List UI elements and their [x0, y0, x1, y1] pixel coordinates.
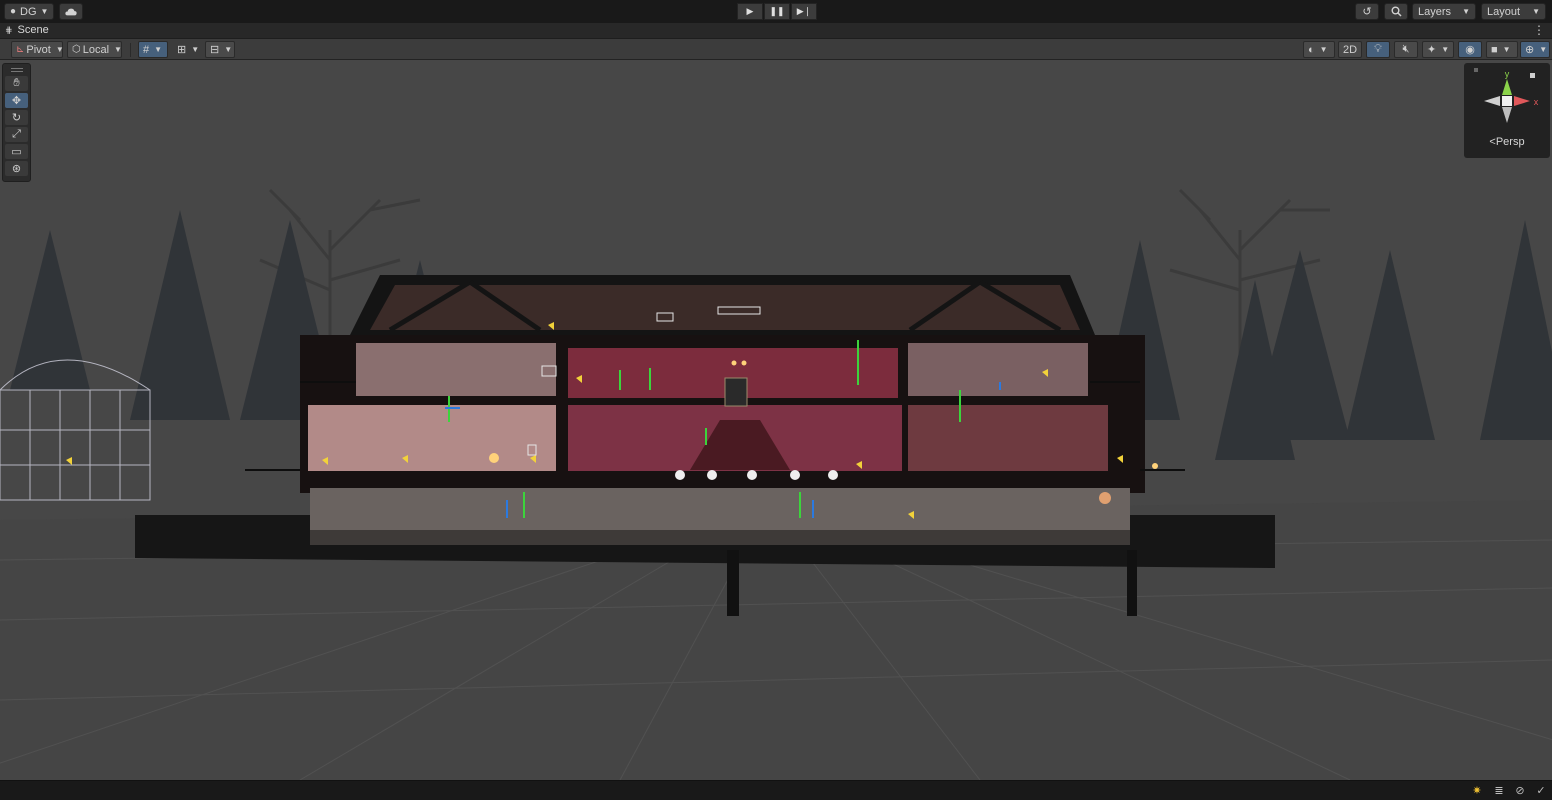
main-toolbar: ● DG ▼ ▶ ❚❚ ▶❘ ↺ Layers ▼ Layout ▼: [0, 0, 1552, 23]
rect-icon: ▭: [11, 146, 22, 158]
status-bar: ✷ ≣ ⊘ ✓: [0, 780, 1552, 800]
rect-tool-button[interactable]: ▭: [5, 144, 28, 159]
account-label: DG: [20, 5, 37, 18]
step-icon: ▶❘: [796, 6, 812, 16]
audio-mute-icon: 🔇︎: [1402, 43, 1410, 55]
camera-settings-dropdown[interactable]: ■ ▼: [1486, 41, 1518, 58]
snap-icon: ⊞: [177, 44, 187, 56]
layers-dropdown[interactable]: Layers ▼: [1412, 3, 1476, 20]
move-tool-button[interactable]: ✥: [5, 93, 28, 108]
search-icon: [1391, 6, 1402, 17]
layers-stack-icon[interactable]: ≣: [1492, 784, 1506, 798]
tab-scene-label: Scene: [17, 24, 49, 36]
scale-icon: ⤢: [12, 128, 21, 140]
chevron-down-icon: ▼: [1532, 7, 1540, 16]
history-icon: ↺: [1362, 6, 1372, 18]
pause-icon: ❚❚: [769, 6, 785, 16]
chevron-down-icon: ▼: [224, 45, 233, 54]
rotate-icon: ↻: [11, 112, 22, 124]
axis-y-label: y: [1505, 69, 1510, 79]
gizmos-dropdown[interactable]: ⊕ ▼: [1520, 41, 1550, 58]
camera-icon: ■: [1491, 43, 1498, 56]
light-bulb-icon: 💡︎: [1374, 43, 1382, 55]
gizmos-icon: ⊕: [1525, 44, 1535, 56]
chevron-down-icon: ▼: [1441, 45, 1450, 54]
scene-tab-bar: ⋕ Scene ⋮: [0, 23, 1552, 39]
axis-gizmo-icon: y x: [1474, 68, 1539, 123]
layers-label: Layers: [1418, 5, 1452, 18]
chevron-down-icon: ▼: [1539, 45, 1548, 54]
account-dropdown[interactable]: ● DG ▼: [4, 3, 54, 20]
grid-icon: ⋕: [5, 24, 13, 35]
search-button[interactable]: [1384, 3, 1408, 20]
scene-visibility-toggle[interactable]: ◉: [1458, 41, 1482, 58]
chevron-down-icon: ▼: [1502, 45, 1511, 54]
cloud-button[interactable]: [59, 3, 83, 20]
scale-tool-button[interactable]: ⤢: [5, 127, 28, 142]
hand-tool-button[interactable]: ✋︎: [5, 76, 28, 91]
more-options-icon[interactable]: ⋮: [1533, 23, 1545, 37]
debug-icon[interactable]: ⊘: [1513, 784, 1527, 798]
pivot-dropdown[interactable]: ⊾ Pivot ▼: [11, 41, 64, 58]
scene-view-toolbar: ⊾ Pivot ▼ ⬡ Local ▼ # ▼ ⊞ ▼ ⊟ ▼ ◐ ▼ 2D 💡…: [0, 39, 1552, 60]
visibility-icon: ◉: [1465, 44, 1475, 56]
transform-icon: ⊛: [11, 163, 22, 175]
chevron-down-icon: ▼: [40, 7, 49, 16]
step-button[interactable]: ▶❘: [791, 3, 817, 20]
2d-toggle[interactable]: 2D: [1338, 41, 1362, 58]
undo-history-button[interactable]: ↺: [1355, 3, 1379, 20]
axis-x-label: x: [1534, 97, 1539, 107]
local-dropdown[interactable]: ⬡ Local ▼: [67, 41, 122, 58]
local-label: Local: [82, 43, 110, 56]
layout-label: Layout: [1487, 5, 1521, 18]
layout-dropdown[interactable]: Layout ▼: [1481, 3, 1546, 20]
grid-snap-dropdown[interactable]: ⊞ ▼: [172, 41, 202, 58]
effects-dropdown[interactable]: ✦ ▼: [1422, 41, 1454, 58]
scene-render: [0, 60, 1552, 780]
increment-snap-dropdown[interactable]: ⊟ ▼: [205, 41, 235, 58]
chevron-down-icon: ▼: [55, 45, 64, 54]
chevron-down-icon: ▼: [191, 45, 200, 54]
shading-mode-icon: ◐: [1308, 43, 1315, 56]
grid-visibility-dropdown[interactable]: # ▼: [138, 41, 168, 58]
drag-handle-icon[interactable]: [5, 65, 28, 75]
play-icon: ▶: [746, 6, 754, 16]
effects-icon: ✦: [1427, 44, 1437, 56]
chevron-down-icon: ▼: [1319, 45, 1328, 54]
cube-icon: ⬡: [72, 44, 81, 55]
rotate-tool-button[interactable]: ↻: [5, 110, 28, 125]
play-button[interactable]: ▶: [737, 3, 763, 20]
ruler-icon: ⊟: [210, 44, 220, 56]
tab-scene[interactable]: ⋕ Scene: [5, 24, 49, 36]
move-icon: ✥: [11, 95, 22, 107]
audio-toggle[interactable]: 🔇︎: [1394, 41, 1418, 58]
cloud-icon: [65, 8, 77, 15]
check-icon[interactable]: ✓: [1534, 784, 1548, 798]
playmode-controls: ▶ ❚❚ ▶❘: [737, 3, 817, 20]
pause-button[interactable]: ❚❚: [764, 3, 790, 20]
pivot-icon: ⊾: [16, 44, 25, 55]
chevron-down-icon: ▼: [154, 45, 163, 54]
lighting-bake-icon[interactable]: ✷: [1470, 784, 1484, 798]
lighting-toggle[interactable]: 💡︎: [1366, 41, 1390, 58]
orientation-gizmo[interactable]: y x <Persp: [1464, 63, 1550, 158]
2d-label: 2D: [1342, 43, 1358, 56]
tool-palette: ✋︎ ✥ ↻ ⤢ ▭ ⊛: [2, 63, 31, 182]
scene-viewport[interactable]: [0, 60, 1552, 780]
account-icon: ●: [10, 6, 17, 17]
grid-icon: #: [143, 43, 150, 56]
draw-mode-dropdown[interactable]: ◐ ▼: [1303, 41, 1335, 58]
chevron-down-icon: ▼: [1462, 7, 1470, 16]
projection-label: Persp: [1495, 136, 1525, 148]
chevron-down-icon: ▼: [114, 45, 122, 54]
pivot-label: Pivot: [26, 43, 51, 56]
divider: [130, 43, 131, 57]
transform-tool-button[interactable]: ⊛: [5, 161, 28, 176]
hand-icon: ✋︎: [13, 77, 20, 89]
projection-toggle[interactable]: <Persp: [1464, 136, 1550, 148]
